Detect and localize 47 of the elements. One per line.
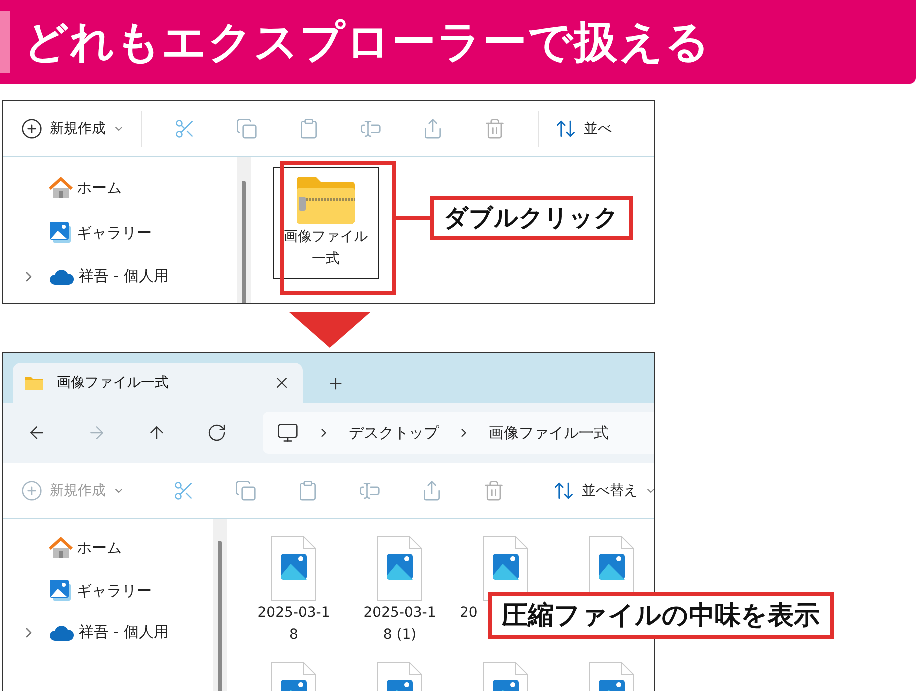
- new-button[interactable]: 新規作成: [17, 114, 129, 144]
- computer-icon: [277, 422, 299, 444]
- paste-icon: [297, 480, 319, 502]
- zip-folder-icon: [295, 176, 357, 226]
- breadcrumb[interactable]: デスクトップ: [349, 424, 439, 442]
- cloud-icon: [49, 624, 75, 642]
- image-file-icon: [271, 536, 317, 602]
- file-name: 20: [460, 604, 478, 623]
- banner-accent: [0, 11, 10, 73]
- folder-tab[interactable]: 画像ファイル一式: [13, 363, 303, 403]
- cut-icon: [174, 118, 196, 140]
- plus-icon: [21, 118, 43, 140]
- sort-button[interactable]: 並べ替え: [549, 476, 654, 506]
- down-arrow-icon: [289, 312, 371, 348]
- sidebar-item[interactable]: ホーム: [3, 537, 213, 559]
- folder-icon: [25, 376, 43, 390]
- cloud-icon: [49, 268, 75, 286]
- file-name: 2025-03-1 8: [258, 604, 330, 645]
- home-icon: [49, 177, 73, 199]
- paste-icon: [298, 118, 320, 140]
- share-icon: [422, 118, 444, 140]
- delete-icon: [483, 480, 505, 502]
- sidebar-item[interactable]: 祥吾 - 個人用: [3, 267, 237, 286]
- plus-icon: [21, 480, 43, 502]
- delete-icon: [484, 118, 506, 140]
- sort-button[interactable]: 並べ: [551, 114, 616, 144]
- cut-icon: [173, 480, 195, 502]
- breadcrumb[interactable]: 画像ファイル一式: [489, 424, 609, 442]
- image-file-icon: [377, 536, 423, 602]
- sidebar-item[interactable]: ギャラリー: [3, 221, 237, 245]
- file-name: 2025-03-1 8 (1): [364, 604, 436, 645]
- refresh-icon: [207, 423, 227, 443]
- address-bar[interactable]: デスクトップ 画像ファイル一式: [263, 412, 654, 454]
- gallery-icon: [49, 221, 73, 245]
- file-item[interactable]: 画像ファイル 一式: [273, 167, 379, 279]
- home-icon: [49, 537, 73, 559]
- sidebar-item[interactable]: 祥吾 - 個人用: [3, 623, 213, 642]
- callout-label: 圧縮ファイルの中味を表示: [488, 592, 834, 639]
- share-icon: [421, 480, 443, 502]
- file-name: 画像ファイル 一式: [284, 228, 368, 269]
- callout-label: ダブルクリック: [430, 196, 633, 240]
- sidebar-item[interactable]: ホーム: [3, 177, 237, 199]
- copy-icon: [236, 118, 258, 140]
- banner-title: どれもエクスプローラーで扱える: [24, 16, 711, 70]
- gallery-icon: [49, 579, 73, 603]
- copy-icon: [235, 480, 257, 502]
- sidebar-item[interactable]: ギャラリー: [3, 579, 213, 603]
